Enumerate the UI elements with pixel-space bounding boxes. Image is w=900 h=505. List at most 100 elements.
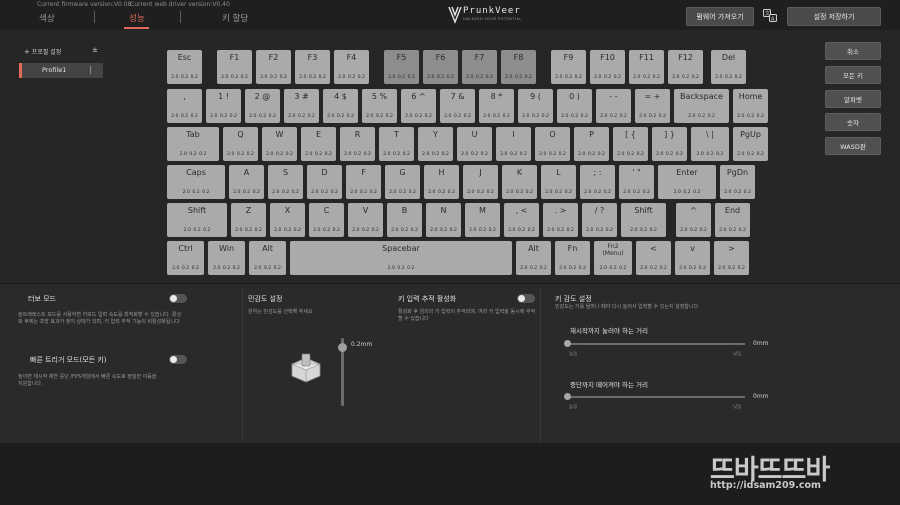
key-4-0[interactable]: Shift 2.0 0.2 0.2 bbox=[167, 203, 227, 237]
profile-menu-icon[interactable] bbox=[90, 66, 91, 74]
key-1-10[interactable]: 0 ) 2.0 0.2 0.2 bbox=[557, 89, 592, 123]
plus-icon[interactable]: + bbox=[24, 48, 30, 56]
key-2-1[interactable]: Q 2.0 0.2 0.2 bbox=[223, 127, 258, 161]
key-0-14[interactable]: F11 2.0 0.2 0.2 bbox=[629, 50, 664, 84]
cancel-button[interactable]: 취소 bbox=[825, 42, 881, 60]
key-2-13[interactable]: \ | 2.0 0.2 0.2 bbox=[691, 127, 729, 161]
key-5-6[interactable]: Fn2 (Menu) 2.0 0.2 0.2 bbox=[594, 241, 632, 275]
key-2-11[interactable]: [ {2.0 0.2 0.2 bbox=[613, 127, 648, 161]
key-1-3[interactable]: 3 # 2.0 0.2 0.2 bbox=[284, 89, 319, 123]
key-0-9[interactable]: F7 2.0 0.2 0.2 bbox=[462, 50, 497, 84]
key-0-2[interactable]: F1 2.0 0.2 0.2 bbox=[217, 50, 252, 84]
key-4-9[interactable]: . > 2.0 0.2 0.2 bbox=[543, 203, 578, 237]
key-2-9[interactable]: O 2.0 0.2 0.2 bbox=[535, 127, 570, 161]
sensitivity-slider-handle[interactable] bbox=[338, 342, 347, 352]
key-5-8[interactable]: v 2.0 0.2 0.2 bbox=[675, 241, 710, 275]
key-3-0[interactable]: Caps 2.0 0.2 0.2 bbox=[167, 165, 225, 199]
key-4-10[interactable]: / ? 2.0 0.2 0.2 bbox=[582, 203, 617, 237]
key-2-0[interactable]: Tab 2.0 0.2 0.2 bbox=[167, 127, 219, 161]
key-3-7[interactable]: J 2.0 0.2 0.2 bbox=[463, 165, 498, 199]
key-5-2[interactable]: Alt 2.0 0.2 0.2 bbox=[249, 241, 286, 275]
select-numbers-button[interactable]: 숫자 bbox=[825, 113, 881, 131]
key-3-11[interactable]: ' " 2.0 0.2 0.2 bbox=[619, 165, 654, 199]
key-4-5[interactable]: B 2.0 0.2 0.2 bbox=[387, 203, 422, 237]
release-distance-slider-track[interactable] bbox=[567, 396, 745, 398]
key-3-5[interactable]: G 2.0 0.2 0.2 bbox=[385, 165, 420, 199]
key-1-5[interactable]: 5 % 2.0 0.2 0.2 bbox=[362, 89, 397, 123]
rapid-trigger-toggle[interactable] bbox=[169, 355, 187, 364]
key-5-0[interactable]: Ctrl 2.0 0.2 0.2 bbox=[167, 241, 204, 275]
key-2-5[interactable]: T 2.0 0.2 0.2 bbox=[379, 127, 414, 161]
key-4-2[interactable]: X 2.0 0.2 0.2 bbox=[270, 203, 305, 237]
profile-import-icon[interactable]: ± bbox=[92, 46, 98, 54]
key-4-13[interactable]: ^ 2.0 0.2 0.2 bbox=[676, 203, 711, 237]
key-tracking-toggle[interactable] bbox=[517, 294, 535, 303]
key-0-12[interactable]: F9 2.0 0.2 0.2 bbox=[551, 50, 586, 84]
key-1-11[interactable]: - - 2.0 0.2 0.2 bbox=[596, 89, 631, 123]
key-1-7[interactable]: 7 & 2.0 0.2 0.2 bbox=[440, 89, 475, 123]
key-5-5[interactable]: Fn 2.0 0.2 0.2 bbox=[555, 241, 590, 275]
key-4-1[interactable]: Z 2.0 0.2 0.2 bbox=[231, 203, 266, 237]
key-1-1[interactable]: 1 ! 2.0 0.2 0.2 bbox=[206, 89, 241, 123]
key-3-10[interactable]: ; : 2.0 0.2 0.2 bbox=[580, 165, 615, 199]
key-2-10[interactable]: P 2.0 0.2 0.2 bbox=[574, 127, 609, 161]
key-2-7[interactable]: U 2.0 0.2 0.2 bbox=[457, 127, 492, 161]
key-3-8[interactable]: K 2.0 0.2 0.2 bbox=[502, 165, 537, 199]
key-1-9[interactable]: 9 (2.0 0.2 0.2 bbox=[518, 89, 553, 123]
key-4-8[interactable]: , < 2.0 0.2 0.2 bbox=[504, 203, 539, 237]
key-2-2[interactable]: W 2.0 0.2 0.2 bbox=[262, 127, 297, 161]
key-1-4[interactable]: 4 $ 2.0 0.2 0.2 bbox=[323, 89, 358, 123]
key-2-6[interactable]: Y 2.0 0.2 0.2 bbox=[418, 127, 453, 161]
key-0-15[interactable]: F12 2.0 0.2 0.2 bbox=[668, 50, 703, 84]
key-0-3[interactable]: F2 2.0 0.2 0.2 bbox=[256, 50, 291, 84]
key-0-4[interactable]: F3 2.0 0.2 0.2 bbox=[295, 50, 330, 84]
key-5-1[interactable]: Win 2.0 0.2 0.2 bbox=[208, 241, 245, 275]
key-0-10[interactable]: F8 2.0 0.2 0.2 bbox=[501, 50, 536, 84]
key-0-7[interactable]: F5 2.0 0.2 0.2 bbox=[384, 50, 419, 84]
key-3-1[interactable]: A 2.0 0.2 0.2 bbox=[229, 165, 264, 199]
key-3-4[interactable]: F 2.0 0.2 0.2 bbox=[346, 165, 381, 199]
key-0-13[interactable]: F10 2.0 0.2 0.2 bbox=[590, 50, 625, 84]
key-3-13[interactable]: PgDn 2.0 0.2 0.2 bbox=[720, 165, 755, 199]
key-4-7[interactable]: M 2.0 0.2 0.2 bbox=[465, 203, 500, 237]
key-4-14[interactable]: End 2.0 0.2 0.2 bbox=[715, 203, 750, 237]
key-0-5[interactable]: F4 2.0 0.2 0.2 bbox=[334, 50, 369, 84]
key-2-4[interactable]: R 2.0 0.2 0.2 bbox=[340, 127, 375, 161]
tab-key-assign[interactable]: 키 할당 bbox=[222, 12, 248, 24]
key-0-0[interactable]: Esc 2.0 0.2 0.2 bbox=[167, 50, 202, 84]
key-3-12[interactable]: Enter 2.0 0.2 0.2 bbox=[658, 165, 716, 199]
press-distance-slider-track[interactable] bbox=[567, 343, 745, 345]
key-1-6[interactable]: 6 ^ 2.0 0.2 0.2 bbox=[401, 89, 436, 123]
key-2-8[interactable]: I 2.0 0.2 0.2 bbox=[496, 127, 531, 161]
select-wasd-button[interactable]: WASD판 bbox=[825, 137, 881, 155]
key-3-6[interactable]: H 2.0 0.2 0.2 bbox=[424, 165, 459, 199]
turbo-mode-toggle[interactable] bbox=[169, 294, 187, 303]
select-all-keys-button[interactable]: 모든 키 bbox=[825, 66, 881, 84]
key-4-3[interactable]: C 2.0 0.2 0.2 bbox=[309, 203, 344, 237]
key-0-8[interactable]: F6 2.0 0.2 0.2 bbox=[423, 50, 458, 84]
press-distance-slider-handle[interactable] bbox=[564, 340, 571, 347]
tab-color[interactable]: 색상 bbox=[39, 12, 55, 24]
key-2-12[interactable]: ] } 2.0 0.2 0.2 bbox=[652, 127, 687, 161]
key-5-4[interactable]: Alt 2.0 0.2 0.2 bbox=[516, 241, 551, 275]
key-4-6[interactable]: N 2.0 0.2 0.2 bbox=[426, 203, 461, 237]
import-firmware-button[interactable]: 펌웨어 가져오기 bbox=[686, 7, 754, 26]
key-3-2[interactable]: S 2.0 0.2 0.2 bbox=[268, 165, 303, 199]
key-0-17[interactable]: Del 2.0 0.2 0.2 bbox=[711, 50, 746, 84]
key-3-9[interactable]: L 2.0 0.2 0.2 bbox=[541, 165, 576, 199]
release-distance-slider-handle[interactable] bbox=[564, 393, 571, 400]
key-1-13[interactable]: Backspace 2.0 0.2 0.2 bbox=[674, 89, 729, 123]
key-2-14[interactable]: PgUp 2.0 0.2 0.2 bbox=[733, 127, 768, 161]
key-1-14[interactable]: Home 2.0 0.2 0.2 bbox=[733, 89, 768, 123]
tab-performance[interactable]: 성능 bbox=[129, 12, 145, 24]
key-2-3[interactable]: E 2.0 0.2 0.2 bbox=[301, 127, 336, 161]
key-4-4[interactable]: V 2.0 0.2 0.2 bbox=[348, 203, 383, 237]
key-1-2[interactable]: 2 @ 2.0 0.2 0.2 bbox=[245, 89, 280, 123]
translate-icon[interactable]: 文 A bbox=[763, 9, 777, 22]
key-1-12[interactable]: = + 2.0 0.2 0.2 bbox=[635, 89, 670, 123]
key-4-11[interactable]: Shift 2.0 0.2 0.2 bbox=[621, 203, 666, 237]
select-alphabet-button[interactable]: 알파벳 bbox=[825, 90, 881, 108]
key-5-9[interactable]: >2.0 0.2 0.2 bbox=[714, 241, 749, 275]
key-3-3[interactable]: D 2.0 0.2 0.2 bbox=[307, 165, 342, 199]
save-settings-button[interactable]: 설정 저장하기 bbox=[787, 7, 881, 26]
